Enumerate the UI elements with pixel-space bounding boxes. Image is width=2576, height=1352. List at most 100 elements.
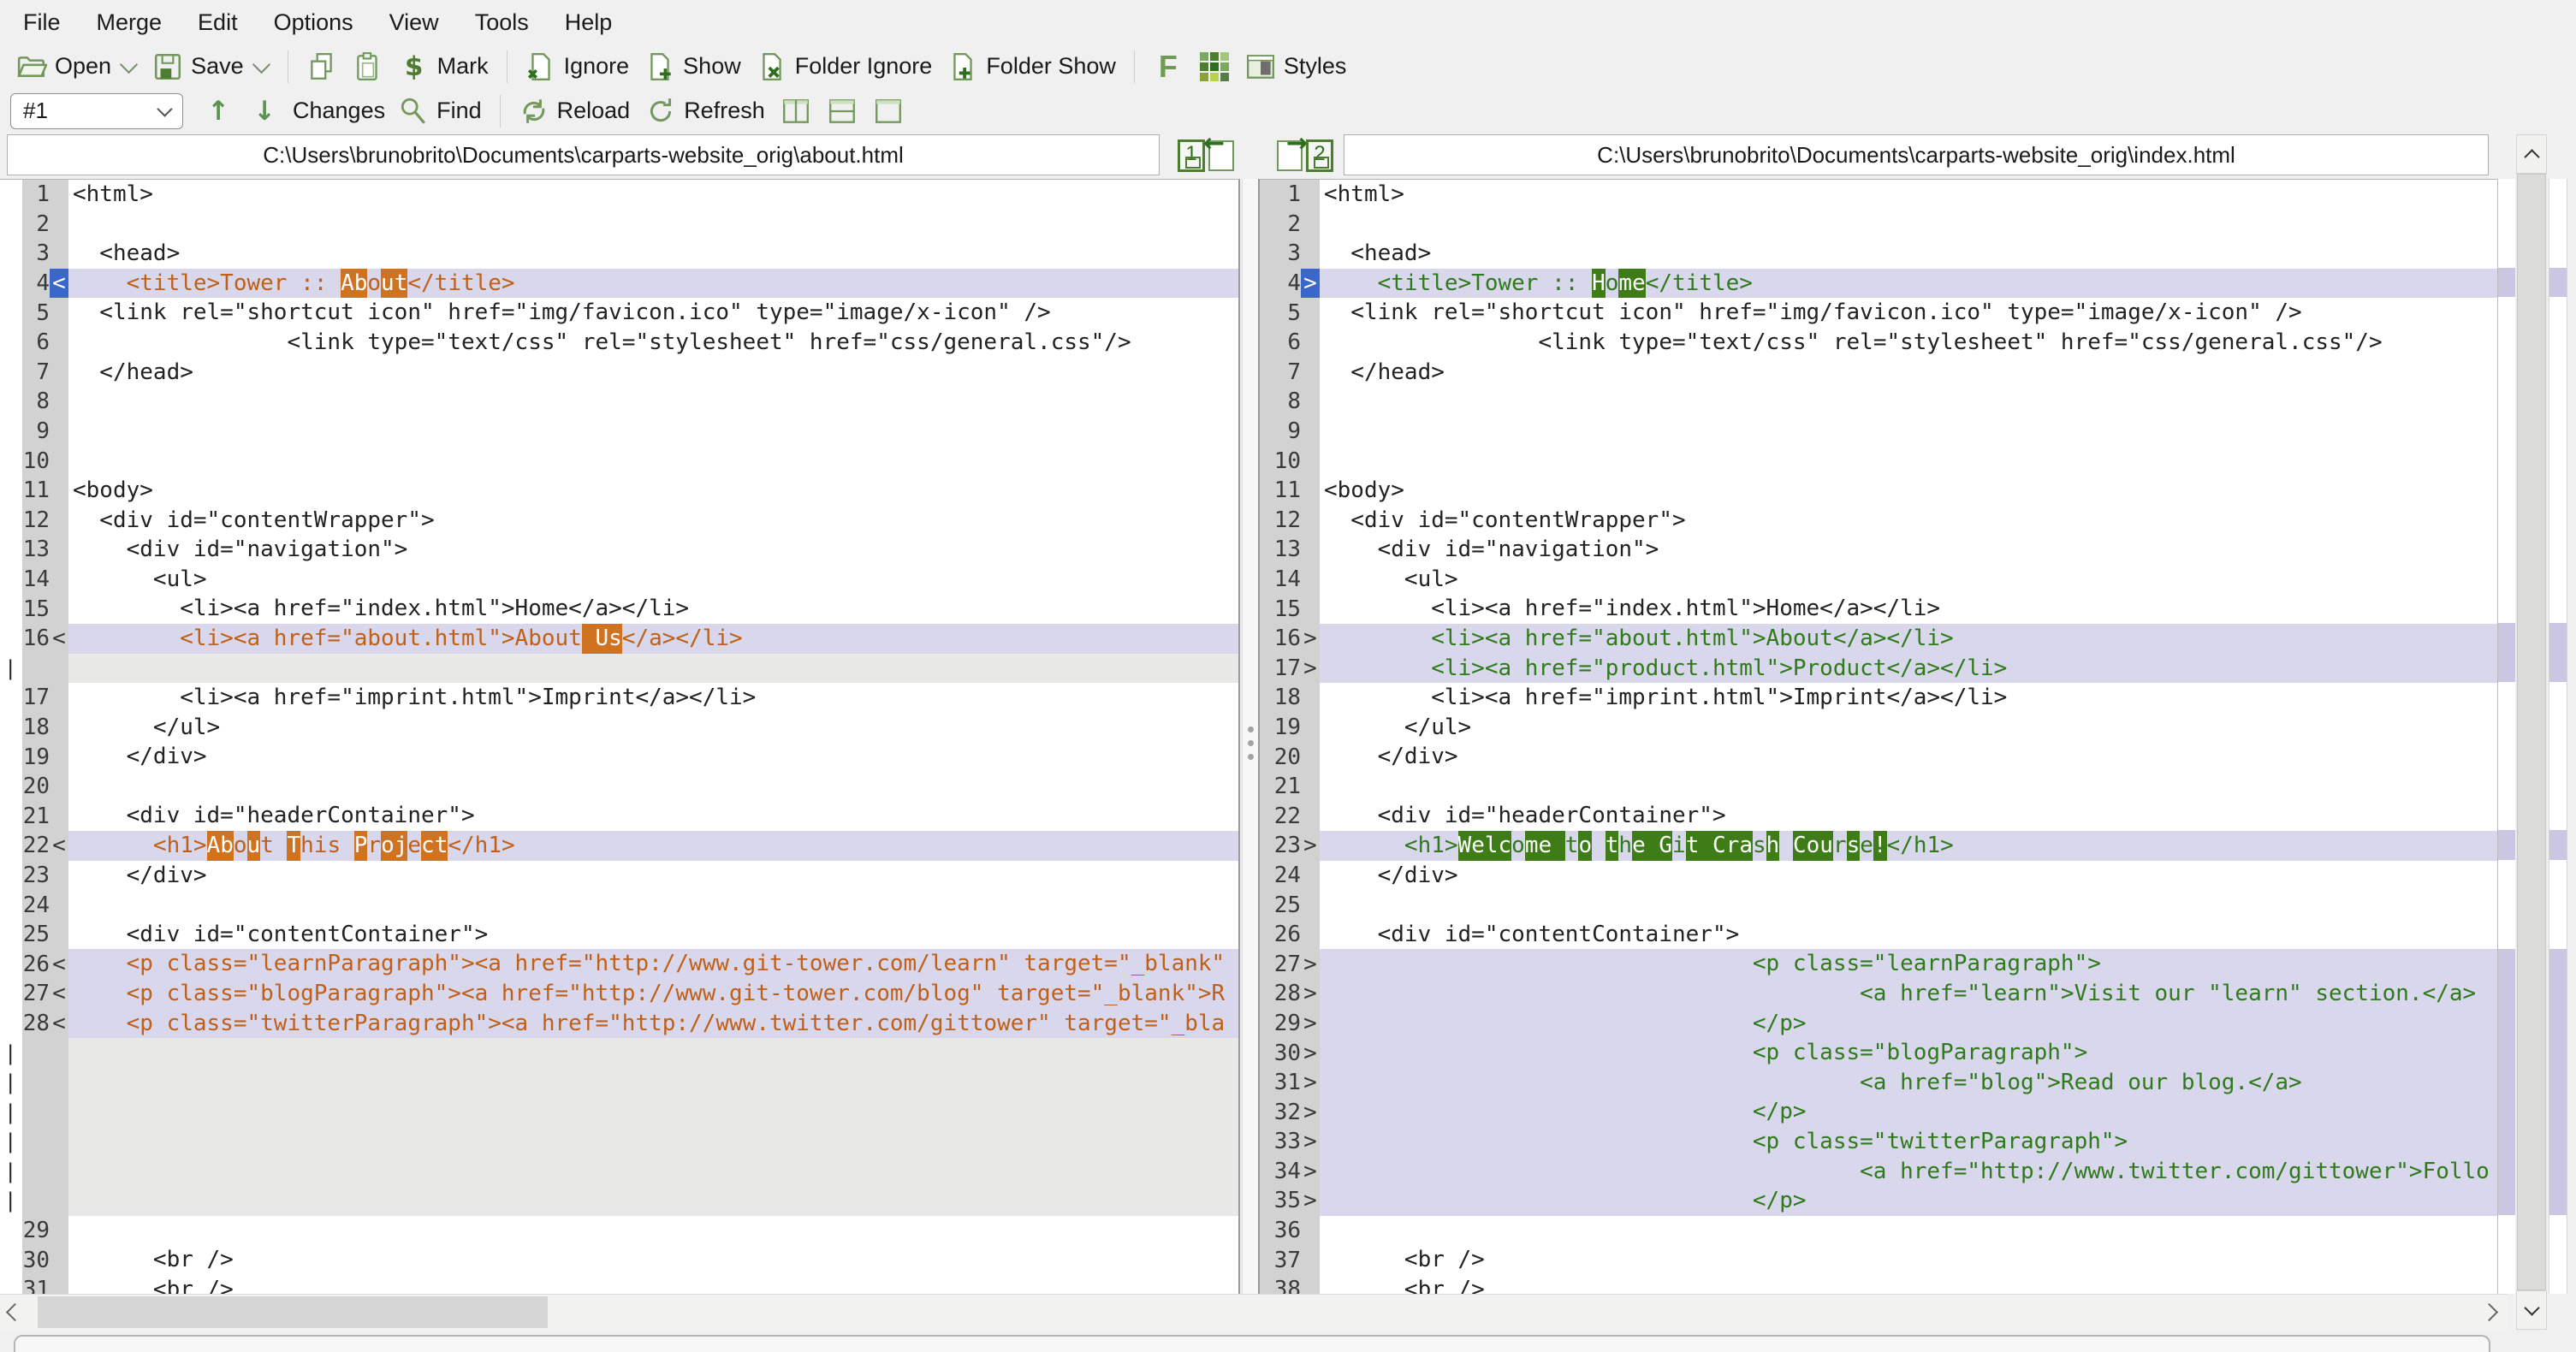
copy-icon-button[interactable] bbox=[299, 48, 345, 86]
changes-label[interactable]: Changes bbox=[288, 98, 390, 124]
code-line[interactable]: 17 <li><a href="imprint.html">Imprint</a… bbox=[0, 683, 1238, 713]
code-line[interactable]: 34 > <a href="http://www.twitter.com/gitt… bbox=[1260, 1156, 2497, 1187]
code-line[interactable]: 25 <div id="contentContainer"> bbox=[0, 919, 1238, 950]
code-line[interactable]: 1 <html> bbox=[1260, 180, 2497, 210]
code-line[interactable]: 26 <div id="contentContainer"> bbox=[1260, 919, 2497, 950]
layout-split-vertical-icon-button[interactable] bbox=[773, 92, 819, 130]
code-line[interactable]: 24 bbox=[0, 890, 1238, 920]
filler-line[interactable]: | bbox=[0, 1097, 1238, 1127]
menu-item-tools[interactable]: Tools bbox=[457, 4, 547, 41]
code-line[interactable]: 9 bbox=[1260, 416, 2497, 447]
layout-split-horizontal-icon-button[interactable] bbox=[819, 92, 865, 130]
merge-to-right-button[interactable]: → 2 bbox=[1277, 128, 1349, 175]
code-line[interactable]: 31 > <a href="blog">Read our blog.</a> bbox=[1260, 1067, 2497, 1098]
diff-overview-strip-outer[interactable] bbox=[2549, 179, 2567, 1294]
code-line[interactable]: 37 <br /> bbox=[1260, 1245, 2497, 1275]
code-line[interactable]: 3 <head> bbox=[1260, 239, 2497, 269]
code-line[interactable]: 11 <body> bbox=[0, 475, 1238, 506]
code-line[interactable]: 8 bbox=[1260, 387, 2497, 417]
code-line[interactable]: 1 <html> bbox=[0, 180, 1238, 210]
diff-overview-mark[interactable] bbox=[2549, 830, 2567, 860]
ignore-button[interactable]: Ignore bbox=[518, 48, 638, 86]
right-code-pane[interactable]: 1 <html> 2 3 <head> 4 > <title>Tower :: Home<… bbox=[1258, 179, 2497, 1294]
code-line[interactable]: 36 bbox=[1260, 1215, 2497, 1246]
code-line[interactable]: 12 <div id="contentWrapper"> bbox=[1260, 505, 2497, 536]
code-line[interactable]: 4 < <title>Tower :: About</title> bbox=[0, 268, 1238, 299]
code-line[interactable]: 19 </div> bbox=[0, 742, 1238, 772]
menu-item-help[interactable]: Help bbox=[547, 4, 631, 41]
left-code-pane[interactable]: 1 <html> 2 3 <head> 4 < <title>Tower :: About… bbox=[0, 179, 1240, 1294]
right-file-path-header[interactable]: C:\Users\brunobrito\Documents\carparts-w… bbox=[1344, 134, 2489, 175]
pane-splitter[interactable] bbox=[1242, 179, 1260, 1294]
diff-overview-mark[interactable] bbox=[2549, 948, 2567, 1215]
code-line[interactable]: 28 < <p class="twitterParagraph"><a href=… bbox=[0, 1008, 1238, 1039]
open-button[interactable]: Open bbox=[9, 48, 145, 86]
code-line[interactable]: 11 <body> bbox=[1260, 475, 2497, 506]
code-line[interactable]: 10 bbox=[0, 446, 1238, 476]
folder-show-button[interactable]: Folder Show bbox=[940, 48, 1124, 86]
code-line[interactable]: 22 < <h1>About This Project</h1> bbox=[0, 831, 1238, 861]
scroll-left-arrow-icon[interactable] bbox=[5, 1302, 25, 1322]
diff-overview-mark[interactable] bbox=[2498, 267, 2515, 298]
folder-ignore-button[interactable]: Folder Ignore bbox=[749, 48, 941, 86]
code-line[interactable]: 14 <ul> bbox=[1260, 564, 2497, 595]
dropdown-chevron-icon[interactable] bbox=[252, 55, 270, 74]
code-line[interactable]: 17 > <li><a href="product.html">Product</… bbox=[1260, 653, 2497, 684]
code-line[interactable]: 31 <br /> bbox=[0, 1274, 1238, 1294]
code-line[interactable]: 29 > </p> bbox=[1260, 1008, 2497, 1039]
left-file-path-header[interactable]: C:\Users\brunobrito\Documents\carparts-w… bbox=[7, 134, 1160, 175]
scroll-up-button[interactable] bbox=[2516, 134, 2547, 174]
menu-item-merge[interactable]: Merge bbox=[79, 4, 181, 41]
diff-overview-mark[interactable] bbox=[2549, 267, 2567, 298]
menu-item-view[interactable]: View bbox=[371, 4, 457, 41]
merge-to-left-button[interactable]: 1 ← bbox=[1178, 128, 1249, 175]
code-line[interactable]: 10 bbox=[1260, 446, 2497, 476]
menu-item-edit[interactable]: Edit bbox=[180, 4, 256, 41]
filler-line[interactable]: | bbox=[0, 1038, 1238, 1068]
up-arrow-icon-button[interactable]: ↑ bbox=[195, 92, 241, 130]
code-line[interactable]: 5 <link rel="shortcut icon" href="img/fa… bbox=[1260, 298, 2497, 328]
code-line[interactable]: 27 > <p class="learnParagraph"> bbox=[1260, 949, 2497, 980]
code-line[interactable]: 23 > <h1>Welcome to the Git Crash Course!… bbox=[1260, 831, 2497, 861]
code-line[interactable]: 13 <div id="navigation"> bbox=[1260, 535, 2497, 565]
code-line[interactable]: 33 > <p class="twitterParagraph"> bbox=[1260, 1127, 2497, 1157]
diff-overview-mark[interactable] bbox=[2498, 948, 2515, 1215]
code-line[interactable]: 7 </head> bbox=[1260, 357, 2497, 388]
code-line[interactable]: 5 <link rel="shortcut icon" href="img/fa… bbox=[0, 298, 1238, 328]
code-line[interactable]: 28 > <a href="learn">Visit our "learn" se… bbox=[1260, 979, 2497, 1009]
code-line[interactable]: 20 </div> bbox=[1260, 742, 2497, 772]
menu-item-options[interactable]: Options bbox=[256, 4, 371, 41]
code-line[interactable]: 20 bbox=[0, 771, 1238, 802]
diff-number-selector[interactable]: #1 bbox=[10, 92, 183, 129]
code-line[interactable]: 7 </head> bbox=[0, 357, 1238, 388]
code-line[interactable]: 22 <div id="headerContainer"> bbox=[1260, 801, 2497, 832]
diff-overview-mark[interactable] bbox=[2549, 623, 2567, 683]
code-line[interactable]: 35 > </p> bbox=[1260, 1186, 2497, 1216]
styles-button[interactable]: Styles bbox=[1238, 48, 1355, 86]
paste-icon-button[interactable] bbox=[345, 48, 391, 86]
code-line[interactable]: 6 <link type="text/css" rel="stylesheet"… bbox=[0, 327, 1238, 358]
code-line[interactable]: 12 <div id="contentWrapper"> bbox=[0, 505, 1238, 536]
code-line[interactable]: 9 bbox=[0, 416, 1238, 447]
filler-line[interactable]: | bbox=[0, 1067, 1238, 1098]
code-line[interactable]: 15 <li><a href="index.html">Home</a></li… bbox=[1260, 594, 2497, 624]
color-grid-icon-button[interactable] bbox=[1191, 48, 1238, 86]
code-line[interactable]: 27 < <p class="blogParagraph"><a href="ht… bbox=[0, 979, 1238, 1009]
code-line[interactable]: 18 </ul> bbox=[0, 712, 1238, 743]
menu-item-file[interactable]: File bbox=[5, 4, 79, 41]
filler-line[interactable]: | bbox=[0, 1127, 1238, 1157]
code-line[interactable]: 23 </div> bbox=[0, 860, 1238, 891]
code-line[interactable]: 3 <head> bbox=[0, 239, 1238, 269]
code-line[interactable]: 4 > <title>Tower :: Home</title> bbox=[1260, 268, 2497, 299]
code-line[interactable]: 2 bbox=[1260, 209, 2497, 240]
filler-line[interactable]: | bbox=[0, 653, 1238, 684]
find-button[interactable]: Find bbox=[390, 92, 490, 130]
refresh-button[interactable]: Refresh bbox=[638, 92, 773, 130]
code-line[interactable]: 16 < <li><a href="about.html">About Us</a… bbox=[0, 623, 1238, 654]
mark-button[interactable]: $ Mark bbox=[391, 48, 496, 86]
filler-line[interactable]: | bbox=[0, 1186, 1238, 1216]
code-line[interactable]: 16 > <li><a href="about.html">About</a></… bbox=[1260, 623, 2497, 654]
code-line[interactable]: 30 > <p class="blogParagraph"> bbox=[1260, 1038, 2497, 1068]
code-line[interactable]: 21 <div id="headerContainer"> bbox=[0, 801, 1238, 832]
code-line[interactable]: 38 <br /> bbox=[1260, 1274, 2497, 1294]
